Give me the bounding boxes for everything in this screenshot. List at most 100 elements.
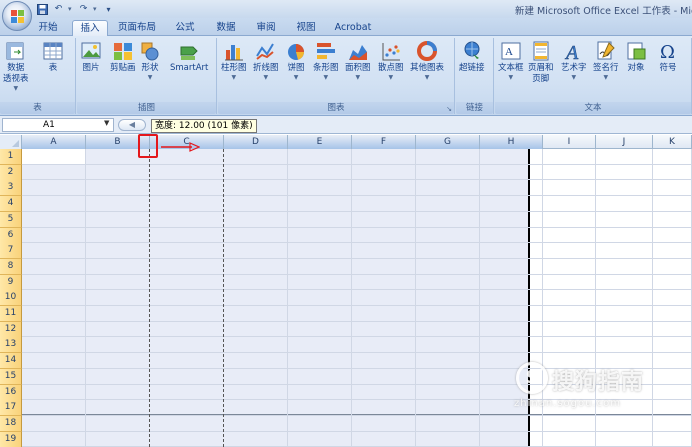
select-all-corner[interactable] bbox=[0, 135, 22, 149]
column-header-j[interactable]: J bbox=[596, 135, 653, 149]
undo-dropdown-icon[interactable]: ▾ bbox=[68, 5, 74, 13]
row-header-14[interactable]: 14 bbox=[0, 353, 22, 370]
name-box-dropdown-icon[interactable]: ▼ bbox=[104, 119, 109, 127]
dropdown-arrow-icon: ▼ bbox=[508, 74, 514, 81]
button-label: 图片 bbox=[82, 63, 100, 73]
column-header-g[interactable]: G bbox=[416, 135, 480, 149]
row-header-17[interactable]: 17 bbox=[0, 400, 22, 417]
tab-6[interactable]: 视图 bbox=[288, 20, 324, 36]
dialog-launcher-icon[interactable]: ↘ bbox=[446, 105, 452, 113]
object-button[interactable]: 对象 bbox=[625, 40, 647, 74]
undo-icon[interactable]: ↶ bbox=[52, 3, 65, 15]
wordart-icon: A bbox=[564, 42, 580, 62]
shapes-icon bbox=[141, 42, 159, 61]
column-header-k[interactable]: K bbox=[653, 135, 692, 149]
row-header-6[interactable]: 6 bbox=[0, 227, 22, 244]
column-chart-button[interactable]: 柱形图 ▼ bbox=[221, 40, 247, 81]
redo-icon[interactable]: ↷ bbox=[77, 3, 90, 15]
symbol-button[interactable]: Ω 符号 bbox=[657, 40, 679, 74]
drag-arrow-icon bbox=[161, 142, 200, 152]
pivot-table-button[interactable]: 数据 透视表 ▼ bbox=[3, 40, 29, 92]
title-bar: ↶ ▾ ↷ ▾ ▾ 新建 Microsoft Office Excel 工作表 … bbox=[0, 0, 692, 18]
column-gridline bbox=[85, 149, 86, 447]
row-header-5[interactable]: 5 bbox=[0, 211, 22, 228]
save-icon[interactable] bbox=[36, 3, 49, 15]
redo-dropdown-icon[interactable]: ▾ bbox=[93, 5, 99, 13]
row-header-11[interactable]: 11 bbox=[0, 306, 22, 322]
row-header-8[interactable]: 8 bbox=[0, 258, 22, 275]
tab-4[interactable]: 数据 bbox=[208, 20, 244, 36]
row-header-3[interactable]: 3 bbox=[0, 180, 22, 197]
button-label: 散点图 bbox=[378, 63, 404, 73]
button-label: 数据 bbox=[7, 63, 25, 73]
tab-0[interactable]: 开始 bbox=[28, 20, 68, 36]
smartart-button[interactable]: SmartArt bbox=[170, 40, 208, 74]
smartart-icon bbox=[180, 46, 198, 60]
svg-text:Ω: Ω bbox=[660, 42, 675, 62]
fx-icon[interactable]: ◀ bbox=[118, 119, 146, 131]
tab-2[interactable]: 页面布局 bbox=[112, 20, 162, 36]
column-resize-guide bbox=[223, 149, 224, 447]
quick-access-toolbar: ↶ ▾ ↷ ▾ ▾ bbox=[36, 2, 115, 16]
scatter-chart-button[interactable]: 散点图 ▼ bbox=[378, 40, 404, 81]
ribbon-group-3: 超链接 链接 bbox=[456, 38, 494, 114]
picture-icon bbox=[81, 42, 101, 59]
column-header-i[interactable]: I bbox=[543, 135, 596, 149]
row-header-18[interactable]: 18 bbox=[0, 415, 22, 432]
button-label: 条形图 bbox=[313, 63, 339, 73]
row-header-2[interactable]: 2 bbox=[0, 164, 22, 181]
dropdown-arrow-icon: ▼ bbox=[13, 85, 19, 92]
row-header-7[interactable]: 7 bbox=[0, 243, 22, 260]
table-button[interactable]: 表 bbox=[42, 40, 64, 74]
name-box[interactable]: A1 bbox=[2, 118, 114, 132]
pie-chart-button[interactable]: 饼图 ▼ bbox=[285, 40, 307, 81]
row-header-16[interactable]: 16 bbox=[0, 384, 22, 401]
symbol-icon: Ω bbox=[660, 42, 675, 62]
column-header-h[interactable]: H bbox=[480, 135, 543, 149]
column-header-a[interactable]: A bbox=[22, 135, 86, 149]
tab-7[interactable]: Acrobat bbox=[330, 20, 376, 36]
text-box-button[interactable]: A 文本框 ▼ bbox=[498, 40, 524, 81]
row-header-4[interactable]: 4 bbox=[0, 196, 22, 213]
row-header-13[interactable]: 13 bbox=[0, 337, 22, 354]
column-headers: ABCDEFGHIJK bbox=[0, 135, 692, 149]
other-charts-button[interactable]: 其他图表 ▼ bbox=[410, 40, 444, 81]
header-footer-button[interactable]: 页眉和 页脚 bbox=[528, 40, 554, 85]
dropdown-arrow-icon: ▼ bbox=[231, 74, 237, 81]
shapes-button[interactable]: 形状 ▼ bbox=[139, 40, 161, 81]
row-gridline bbox=[22, 242, 692, 244]
row-header-10[interactable]: 10 bbox=[0, 290, 22, 307]
dropdown-arrow-icon: ▼ bbox=[293, 74, 299, 81]
column-header-f[interactable]: F bbox=[352, 135, 416, 149]
row-gridline bbox=[22, 430, 692, 432]
tab-5[interactable]: 审阅 bbox=[248, 20, 284, 36]
line-chart-icon bbox=[255, 43, 274, 60]
signature-line-button[interactable]: 签名行 ▼ bbox=[593, 40, 619, 81]
row-header-9[interactable]: 9 bbox=[0, 274, 22, 291]
tab-3[interactable]: 公式 bbox=[166, 20, 204, 36]
customize-qat-icon[interactable]: ▾ bbox=[102, 3, 115, 15]
column-header-d[interactable]: D bbox=[224, 135, 288, 149]
line-chart-button[interactable]: 折线图 ▼ bbox=[253, 40, 279, 81]
row-header-1[interactable]: 1 bbox=[0, 149, 22, 165]
row-gridline bbox=[22, 289, 692, 291]
row-header-19[interactable]: 19 bbox=[0, 431, 22, 447]
picture-button[interactable]: 图片 bbox=[80, 40, 102, 74]
wordart-button[interactable]: A 艺术字 ▼ bbox=[561, 40, 587, 81]
office-button[interactable] bbox=[2, 1, 32, 31]
column-header-e[interactable]: E bbox=[288, 135, 352, 149]
hyperlink-button[interactable]: 超链接 bbox=[459, 40, 485, 74]
clip-art-button[interactable]: 剪贴画 bbox=[110, 40, 136, 74]
column-chart-icon bbox=[224, 45, 243, 61]
area-chart-button[interactable]: 面积图 ▼ bbox=[345, 40, 371, 81]
ribbon-tab-bar: 开始 插入 页面布局 公式 数据 审阅 视图 Acrobat bbox=[0, 18, 692, 36]
bar-chart-button[interactable]: 条形图 ▼ bbox=[313, 40, 339, 81]
tab-1[interactable]: 插入 bbox=[72, 20, 108, 36]
button-label: 其他图表 bbox=[410, 63, 445, 73]
button-label: 面积图 bbox=[345, 63, 371, 73]
button-label: 饼图 bbox=[287, 63, 305, 73]
ribbon-group-label: 文本 bbox=[495, 102, 691, 114]
active-cell[interactable] bbox=[22, 149, 86, 165]
row-header-12[interactable]: 12 bbox=[0, 321, 22, 338]
row-header-15[interactable]: 15 bbox=[0, 368, 22, 385]
